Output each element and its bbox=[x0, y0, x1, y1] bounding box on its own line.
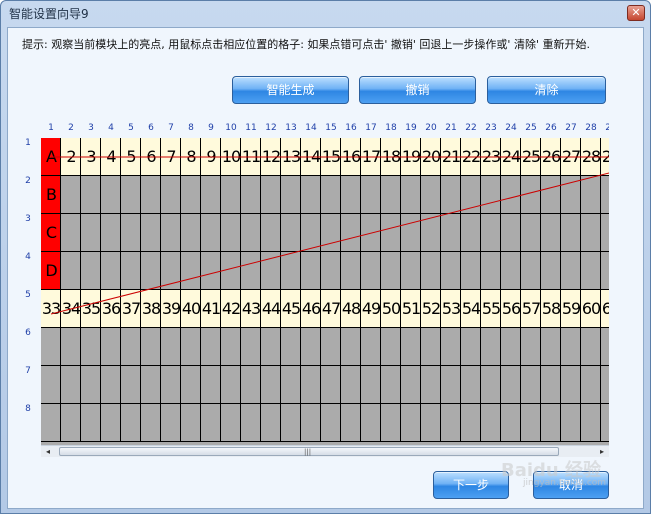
smart-generate-button[interactable]: 智能生成 bbox=[232, 76, 349, 104]
column-number: 24 bbox=[505, 123, 517, 133]
column-number: 26 bbox=[545, 123, 557, 133]
row-number: 8 bbox=[25, 404, 31, 414]
column-number-header: 1 2 3 4 5 6 7 8 9 10 11 12 13 14 15 16 17 18 19 20 21 22 23 24 2… bbox=[41, 123, 609, 137]
column-number: 4 bbox=[108, 123, 114, 133]
column-number: 13 bbox=[285, 123, 297, 133]
scroll-thumb[interactable]: ||| bbox=[59, 447, 559, 456]
close-button[interactable]: ✕ bbox=[627, 5, 645, 21]
column-number: 2 bbox=[68, 123, 74, 133]
column-number: 25 bbox=[525, 123, 537, 133]
cancel-button[interactable]: 取消 bbox=[533, 471, 609, 499]
column-number: 9 bbox=[208, 123, 214, 133]
column-number: 22 bbox=[465, 123, 477, 133]
row-number: 6 bbox=[25, 328, 31, 338]
hint-text: 提示: 观察当前模块上的亮点, 用鼠标点击相应位置的格子: 如果点错可点击' 撤… bbox=[22, 38, 590, 51]
column-number: 16 bbox=[345, 123, 357, 133]
row-number-header: 1 2 3 4 5 6 7 8 bbox=[22, 138, 38, 448]
column-number: 23 bbox=[485, 123, 497, 133]
undo-button[interactable]: 撤销 bbox=[359, 76, 476, 104]
row-number: 1 bbox=[25, 138, 31, 148]
column-number: 12 bbox=[265, 123, 277, 133]
horizontal-scrollbar[interactable]: ◂ ||| ▸ bbox=[41, 445, 609, 457]
window-title: 智能设置向导9 bbox=[9, 7, 89, 21]
row-number: 5 bbox=[25, 290, 31, 300]
column-number: 21 bbox=[445, 123, 457, 133]
row-number: 4 bbox=[25, 252, 31, 262]
scroll-right-arrow-icon[interactable]: ▸ bbox=[597, 447, 607, 457]
column-number: 28 bbox=[585, 123, 597, 133]
column-number: 19 bbox=[405, 123, 417, 133]
wiring-lines bbox=[50, 156, 609, 315]
title-bar[interactable]: 智能设置向导9 ✕ bbox=[1, 1, 650, 25]
column-number: 8 bbox=[188, 123, 194, 133]
column-number: 6 bbox=[148, 123, 154, 133]
column-number: 7 bbox=[168, 123, 174, 133]
module-grid[interactable]: A 2 3 4 5 6 7 8 9 10 11 12 13 14 15 16 17 18 19 20 21 22 23 24 2… bbox=[41, 138, 609, 445]
column-number: 27 bbox=[565, 123, 577, 133]
column-number: 1 bbox=[48, 123, 54, 133]
wire-line-diagonal bbox=[50, 172, 609, 315]
clear-button[interactable]: 清除 bbox=[487, 76, 606, 104]
column-number: 10 bbox=[225, 123, 237, 133]
dialog-window: 智能设置向导9 ✕ 提示: 观察当前模块上的亮点, 用鼠标点击相应位置的格子: … bbox=[0, 0, 651, 514]
column-number: 3 bbox=[88, 123, 94, 133]
column-number: 15 bbox=[325, 123, 337, 133]
column-number: 5 bbox=[128, 123, 134, 133]
scroll-grip-icon: ||| bbox=[304, 448, 312, 456]
column-number: 29 bbox=[605, 123, 609, 133]
row-number: 2 bbox=[25, 176, 31, 186]
dialog-client-area: 提示: 观察当前模块上的亮点, 用鼠标点击相应位置的格子: 如果点错可点击' 撤… bbox=[7, 27, 644, 509]
row-number: 3 bbox=[25, 214, 31, 224]
scroll-left-arrow-icon[interactable]: ◂ bbox=[43, 447, 53, 457]
column-number: 18 bbox=[385, 123, 397, 133]
row-number: 7 bbox=[25, 366, 31, 376]
column-number: 20 bbox=[425, 123, 437, 133]
column-number: 17 bbox=[365, 123, 377, 133]
next-step-button[interactable]: 下一步 bbox=[433, 471, 509, 499]
column-number: 14 bbox=[305, 123, 317, 133]
column-number: 11 bbox=[245, 123, 257, 133]
